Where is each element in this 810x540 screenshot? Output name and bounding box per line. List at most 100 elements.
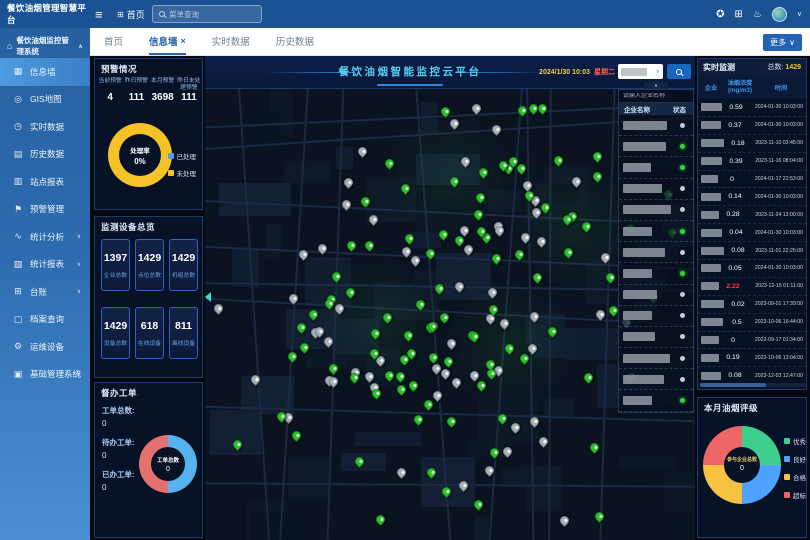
company-name-input[interactable] <box>623 93 689 99</box>
map-pin-online[interactable] <box>445 415 458 428</box>
map-pin-offline[interactable] <box>450 376 463 389</box>
map-pin-offline[interactable] <box>445 337 458 350</box>
sidebar-item-bar-chart[interactable]: ▦ 信息墙 <box>0 58 90 86</box>
list-item[interactable] <box>619 369 693 390</box>
sidebar-item-report[interactable]: ▥ 站点报表 <box>0 168 90 196</box>
map-pin-online[interactable] <box>562 246 575 259</box>
list-item[interactable] <box>619 136 693 157</box>
more-button[interactable]: 更多 ∨ <box>763 34 802 51</box>
map-pin-online[interactable] <box>286 350 299 363</box>
list-item[interactable] <box>619 179 693 200</box>
table-row[interactable]: 2.22 2023-12-15 01:11:00 <box>698 278 806 296</box>
map-pin-online[interactable] <box>374 513 387 526</box>
list-item[interactable] <box>619 306 693 327</box>
map-pin-online[interactable] <box>591 170 604 183</box>
company-search-button[interactable] <box>667 64 691 79</box>
map-pin-online[interactable] <box>345 239 358 252</box>
map-pin-online[interactable] <box>290 429 303 442</box>
list-item[interactable] <box>619 200 693 221</box>
medal-icon[interactable]: ✪ <box>716 9 724 20</box>
user-avatar[interactable] <box>772 7 787 22</box>
sidebar-item-stats-report[interactable]: ▧ 统计报表 ∨ <box>0 251 90 279</box>
map-pin-online[interactable] <box>588 441 601 454</box>
horizontal-scrollbar[interactable] <box>700 383 806 387</box>
table-row[interactable]: 0.04 2024-01-30 10:03:00 <box>698 224 806 242</box>
sidebar-item-history[interactable]: ▤ 历史数据 <box>0 141 90 169</box>
table-row[interactable]: 0.59 2024-01-30 10:03:00 <box>698 99 806 117</box>
table-row[interactable]: 0.08 2023-11-01 22:25:00 <box>698 242 806 260</box>
table-row[interactable]: 0.37 2024-01-30 10:03:00 <box>698 117 806 135</box>
list-item[interactable] <box>619 263 693 284</box>
map-pin-offline[interactable] <box>356 145 369 158</box>
map-pin-online[interactable] <box>475 379 488 392</box>
map-pin-offline[interactable] <box>498 317 511 330</box>
table-row[interactable]: 0.28 2023-11-24 13:00:00 <box>698 206 806 224</box>
scrollbar-thumb[interactable] <box>700 383 766 387</box>
home-breadcrumb[interactable]: ⊞ 首页 <box>117 0 145 28</box>
sidebar-item-clock[interactable]: ◷ 实时数据 <box>0 113 90 141</box>
list-item[interactable] <box>619 285 693 306</box>
table-row[interactable]: 0.05 2024-01-30 10:03:00 <box>698 260 806 278</box>
map-pin-online[interactable] <box>490 252 503 265</box>
list-item[interactable] <box>619 242 693 263</box>
map-pin-offline[interactable] <box>490 123 503 136</box>
map-pin-online[interactable] <box>472 208 485 221</box>
map-pin-online[interactable] <box>422 398 435 411</box>
table-row[interactable]: 0 2022-09-17 01:34:00 <box>698 332 806 350</box>
apps-icon[interactable]: ⊞ <box>735 9 743 20</box>
map-pin-online[interactable] <box>474 191 487 204</box>
map-pin-online[interactable] <box>438 311 451 324</box>
map-pin-offline[interactable] <box>448 117 461 130</box>
panel-collapse-handle[interactable] <box>205 292 211 302</box>
map-pin-online[interactable] <box>582 371 595 384</box>
table-row[interactable]: 0.14 2024-01-30 10:03:00 <box>698 188 806 206</box>
hamburger-menu-icon[interactable]: ≡ <box>95 0 103 28</box>
list-item[interactable] <box>619 327 693 348</box>
map-pin-offline[interactable] <box>558 514 571 527</box>
map-pin-offline[interactable] <box>212 302 225 315</box>
sidebar-item-device[interactable]: ⚙ 运维设备 <box>0 333 90 361</box>
map-pin-online[interactable] <box>427 351 440 364</box>
map-pin-online[interactable] <box>407 379 420 392</box>
tab[interactable]: 信息墙 × <box>149 28 186 55</box>
company-select[interactable]: ∨ <box>618 64 663 79</box>
map-pin-offline[interactable] <box>342 176 355 189</box>
table-row[interactable]: 0.02 2023-09-01 17:39:00 <box>698 296 806 314</box>
sidebar-item-analysis[interactable]: ∿ 统计分析 ∨ <box>0 223 90 251</box>
table-row[interactable]: 0.19 2023-10-06 13:04:00 <box>698 349 806 367</box>
list-item[interactable] <box>619 221 693 242</box>
sidebar-item-map[interactable]: ◎ GIS地图 <box>0 86 90 114</box>
sidebar-item-archive[interactable]: ▢ 档案查询 <box>0 306 90 334</box>
menu-search-input[interactable] <box>169 10 249 19</box>
map-pin-online[interactable] <box>442 355 455 368</box>
table-row[interactable]: 0 2024-01-17 22:53:00 <box>698 171 806 189</box>
tab[interactable]: 实时数据 <box>212 28 250 55</box>
map-pin-online[interactable] <box>383 157 396 170</box>
flame-icon[interactable]: ♨ <box>753 9 762 20</box>
map-pin-online[interactable] <box>412 413 425 426</box>
list-item[interactable] <box>619 157 693 178</box>
list-item[interactable] <box>619 348 693 369</box>
sidebar-section-header[interactable]: ⌂ 餐饮油烟监控管理系统 ∧ <box>0 34 90 58</box>
map-pin-online[interactable] <box>593 510 606 523</box>
sidebar-item-alarm[interactable]: ⚑ 预警管理 <box>0 196 90 224</box>
map-pin-offline[interactable] <box>431 389 444 402</box>
tab[interactable]: 首页 <box>104 28 123 55</box>
map-pin-online[interactable] <box>363 239 376 252</box>
collapse-toggle[interactable]: ∧ <box>644 82 668 89</box>
map-pin-online[interactable] <box>531 271 544 284</box>
map-pin-offline[interactable] <box>468 369 481 382</box>
tab[interactable]: 历史数据 <box>276 28 314 55</box>
sidebar-item-system[interactable]: ▣ 基础管理系统 ∨ <box>0 361 90 389</box>
table-row[interactable]: 0.5 2023-10-06 16:44:00 <box>698 314 806 332</box>
sidebar-item-ledger[interactable]: ⊞ 台账 ∨ <box>0 278 90 306</box>
chevron-down-icon[interactable]: ∨ <box>797 10 802 18</box>
map-pin-offline[interactable] <box>395 466 408 479</box>
list-item[interactable] <box>619 115 693 136</box>
table-row[interactable]: 0.39 2023-11-16 08:04:00 <box>698 153 806 171</box>
map-pin-online[interactable] <box>503 342 516 355</box>
list-item[interactable] <box>619 390 693 411</box>
table-row[interactable]: 0.18 2023-11-10 03:45:00 <box>698 135 806 153</box>
map-pin-online[interactable] <box>580 220 593 233</box>
map-pin-offline[interactable] <box>535 235 548 248</box>
